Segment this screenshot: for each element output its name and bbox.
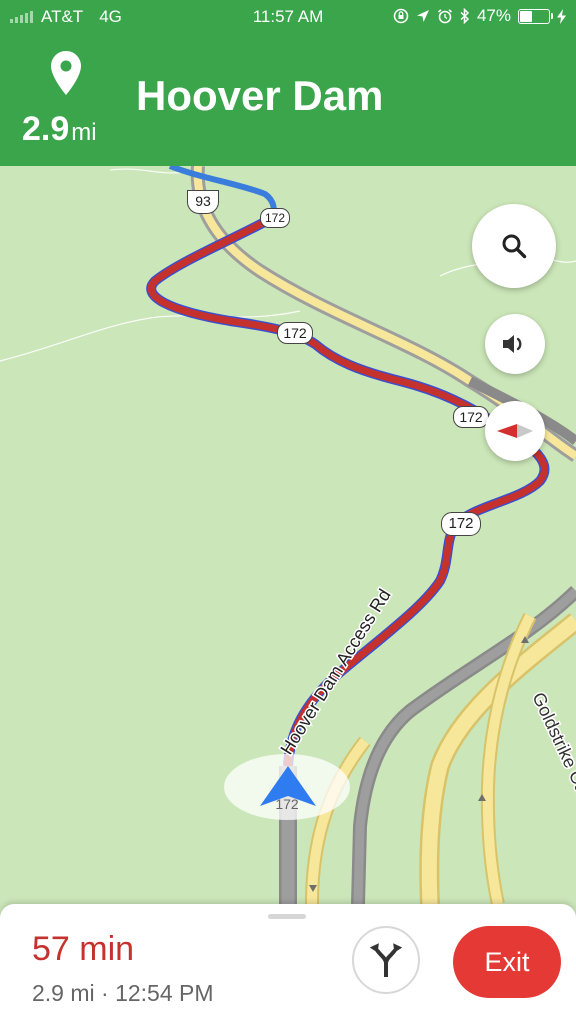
fork-arrows-icon [369, 943, 403, 977]
sr172-mid-number: 172 [283, 325, 307, 341]
destination-name: Hoover Dam [136, 72, 384, 119]
route-traffic-red [146, 213, 550, 767]
exit-navigation-button[interactable]: Exit [453, 926, 561, 998]
road-label-goldstrike: Goldstrike Canyon Rd [528, 689, 576, 857]
volume-icon [503, 335, 522, 353]
road-label-access-rd: Hoover Dam Access Rd [276, 585, 394, 758]
sr172-right-number: 172 [459, 409, 483, 425]
navigation-arrow-icon [260, 766, 316, 806]
route-shield-172-right: 172 [453, 406, 489, 428]
bluetooth-icon [460, 8, 470, 24]
charging-icon [557, 8, 566, 24]
battery-percent: 47% [476, 6, 511, 25]
us93-number: 93 [195, 193, 211, 209]
distance-remaining: 2.9mi [22, 110, 97, 149]
rotation-lock-icon [393, 8, 409, 24]
alternate-routes-button[interactable] [352, 926, 420, 994]
distance-value: 2.9 [22, 110, 70, 148]
navigation-header: 2.9mi Hoover Dam [0, 32, 576, 166]
compass-icon [497, 424, 533, 438]
sr172-lower-number: 172 [448, 515, 474, 532]
volume-button[interactable] [485, 314, 545, 374]
trip-distance-arrival: 2.9 mi · 12:54 PM [32, 980, 214, 1006]
compass-button[interactable] [485, 401, 545, 461]
battery-fill [520, 10, 533, 22]
terrain-line [0, 310, 301, 362]
route-traffic-red-fill [147, 214, 548, 767]
alarm-icon [437, 9, 452, 24]
status-right: 47% [393, 6, 566, 26]
search-icon [502, 234, 527, 259]
route-shield-us93: 93 [187, 190, 219, 214]
status-bar: AT&T 4G 11:57 AM 47% [0, 0, 576, 32]
sr172-top-number: 172 [264, 211, 286, 225]
distance-unit: mi [71, 119, 97, 146]
route-blue-segment [168, 166, 277, 220]
route-shield-172-lower: 172 [441, 512, 481, 536]
map-view[interactable]: Hoover Dam Access Rd Goldstrike Canyon R… [0, 166, 576, 904]
route-shield-172-top: 172 [260, 208, 290, 228]
battery-icon [518, 8, 553, 24]
route-shield-172-mid: 172 [277, 322, 313, 344]
search-button[interactable] [472, 204, 556, 288]
trip-duration: 57 min [32, 930, 135, 968]
sheet-drag-handle[interactable] [268, 914, 306, 919]
location-arrow-icon [416, 10, 429, 22]
destination-pin-icon [51, 51, 81, 95]
